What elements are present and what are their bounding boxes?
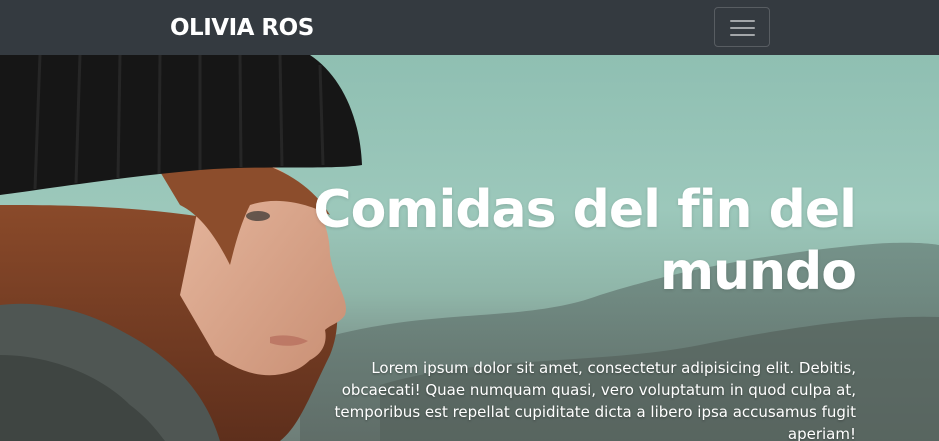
hero-section: Comidas del fin del mundo Lorem ipsum do…	[0, 55, 939, 441]
hero-description: Lorem ipsum dolor sit amet, consectetur …	[334, 359, 856, 441]
brand-logo[interactable]: OLIVIA ROS	[170, 14, 314, 42]
navbar: OLIVIA ROS	[0, 0, 939, 55]
hero-caption: Comidas del fin del mundo Lorem ipsum do…	[296, 179, 857, 441]
hero-title: Comidas del fin del mundo	[313, 180, 857, 302]
navbar-toggler-button[interactable]	[714, 7, 770, 47]
hamburger-menu-icon	[730, 20, 755, 36]
